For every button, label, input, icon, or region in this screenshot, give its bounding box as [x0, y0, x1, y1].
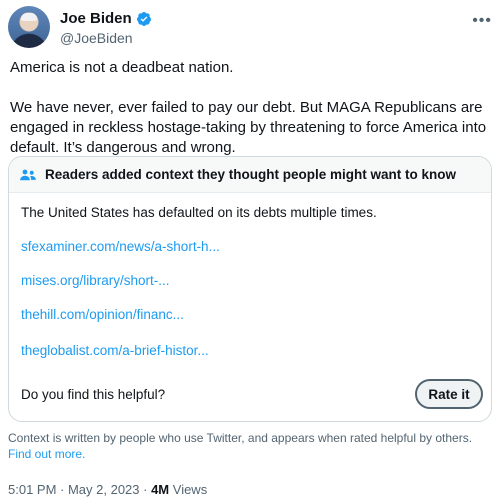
author-handle[interactable]: @JoeBiden — [60, 30, 133, 46]
note-link-4[interactable]: theglobalist.com/a-brief-histor... — [21, 343, 209, 358]
tweet-paragraph-2: We have never, ever failed to pay our de… — [10, 99, 487, 156]
author-name[interactable]: Joe Biden — [60, 10, 132, 27]
tweet-datetime[interactable]: 5:01 PM · May 2, 2023 · — [8, 482, 151, 497]
community-note-header: Readers added context they thought peopl… — [9, 157, 491, 193]
note-link-1[interactable]: sfexaminer.com/news/a-short-h... — [21, 239, 220, 254]
find-out-more-link[interactable]: Find out more. — [8, 447, 85, 461]
note-link-3[interactable]: thehill.com/opinion/financ... — [21, 307, 184, 322]
note-link-2[interactable]: mises.org/library/short-... — [21, 273, 170, 288]
tweet-meta: 5:01 PM · May 2, 2023 · 4M Views — [8, 482, 207, 497]
community-note-title: Readers added context they thought peopl… — [45, 167, 457, 182]
avatar[interactable] — [8, 6, 50, 48]
verified-icon — [136, 11, 151, 26]
people-icon — [20, 169, 36, 180]
community-note: Readers added context they thought peopl… — [8, 156, 492, 422]
helpful-prompt: Do you find this helpful? — [21, 387, 166, 402]
views-label: Views — [169, 482, 208, 497]
more-icon[interactable]: ••• — [472, 12, 492, 30]
disclaimer-text: Context is written by people who use Twi… — [8, 431, 473, 445]
author-name-row: Joe Biden — [60, 10, 152, 27]
community-note-body: The United States has defaulted on its d… — [21, 205, 377, 220]
tweet-paragraph-1: America is not a deadbeat nation. — [10, 59, 234, 76]
note-disclaimer: Context is written by people who use Twi… — [8, 430, 492, 462]
rate-it-button[interactable]: Rate it — [415, 379, 483, 409]
tweet-header: Joe Biden @JoeBiden ••• — [8, 6, 492, 50]
views-count: 4M — [151, 482, 170, 497]
